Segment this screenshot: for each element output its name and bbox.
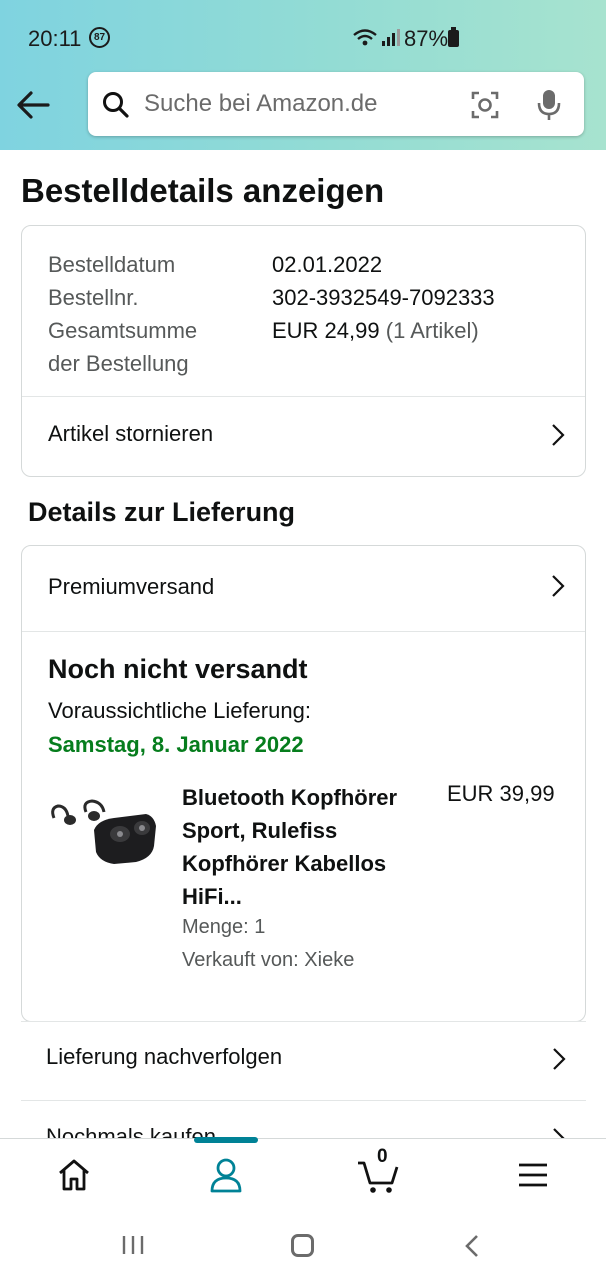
search-bar[interactable] <box>88 72 584 136</box>
status-bar: 20:11 87 87% <box>0 0 606 76</box>
chevron-right-icon <box>553 1048 566 1070</box>
notification-count-badge: 87 <box>89 27 110 48</box>
order-date-label: Bestelldatum <box>48 252 176 277</box>
cancel-items-row[interactable]: Artikel stornieren <box>22 397 585 475</box>
cancel-items-label: Artikel stornieren <box>48 421 214 446</box>
cart-icon <box>358 1161 399 1193</box>
order-item-count: (1 Artikel) <box>385 318 479 343</box>
search-icon <box>103 92 129 118</box>
page-content: Bestelldetails anzeigen Bestelldatum 02.… <box>0 150 606 1140</box>
expected-delivery-label: Voraussichtliche Lieferung: <box>48 698 311 723</box>
status-time: 20:11 <box>28 26 82 51</box>
chevron-right-icon <box>552 575 565 597</box>
product-image[interactable] <box>48 796 158 866</box>
delivery-card: Premiumversand Noch nicht versandt Vorau… <box>21 545 586 1022</box>
order-number-label: Bestellnr. <box>48 285 139 310</box>
back-nav-icon[interactable] <box>464 1234 480 1258</box>
order-total: EUR 24,99 (1 Artikel) <box>272 314 572 347</box>
account-icon[interactable] <box>206 1155 246 1195</box>
menu-icon[interactable] <box>513 1155 553 1195</box>
battery-icon <box>448 27 459 47</box>
home-nav-icon[interactable] <box>291 1234 314 1257</box>
camera-scan-icon[interactable] <box>470 90 500 120</box>
divider <box>22 631 585 632</box>
cart-button[interactable]: 0 <box>356 1146 402 1195</box>
app-header: 20:11 87 87% <box>0 0 606 150</box>
shipping-method-label: Premiumversand <box>48 574 215 599</box>
recent-apps-icon[interactable] <box>121 1235 145 1255</box>
expected-delivery-date: Samstag, 8. Januar 2022 <box>48 732 304 757</box>
shipment-status: Noch nicht versandt <box>48 654 308 684</box>
microphone-icon[interactable] <box>536 88 562 122</box>
delivery-section-title: Details zur Lieferung <box>28 497 296 527</box>
order-total-label: Gesamtsumme der Bestellung <box>48 318 198 376</box>
buy-again-row[interactable]: Nochmals kaufen <box>21 1101 586 1140</box>
home-icon[interactable] <box>54 1155 94 1195</box>
page-title: Bestelldetails anzeigen <box>21 172 385 209</box>
wifi-signal-icon <box>353 29 400 46</box>
product-seller: Verkauft von: Xieke <box>182 949 355 971</box>
track-package-row[interactable]: Lieferung nachverfolgen <box>21 1021 586 1099</box>
active-tab-indicator <box>194 1137 258 1143</box>
shipping-method-row[interactable]: Premiumversand <box>22 546 585 624</box>
order-summary-card: Bestelldatum 02.01.2022 Bestellnr. 302-3… <box>21 225 586 477</box>
order-date-value: 02.01.2022 <box>272 252 383 277</box>
back-arrow-icon[interactable] <box>16 90 50 120</box>
product-price: EUR 39,99 <box>447 781 555 806</box>
order-total-value: EUR 24,99 <box>272 318 380 343</box>
product-title-link[interactable]: Bluetooth Kopfhörer Sport, Rulefiss Kopf… <box>182 781 432 913</box>
track-package-label: Lieferung nachverfolgen <box>46 1044 283 1069</box>
product-quantity: Menge: 1 <box>182 916 266 938</box>
battery-percent: 87% <box>404 26 449 51</box>
search-input[interactable] <box>144 86 444 122</box>
system-nav-bar <box>0 1210 606 1280</box>
bottom-nav-bar: 0 <box>0 1137 606 1210</box>
order-number-value: 302-3932549-7092333 <box>272 285 495 310</box>
chevron-right-icon <box>552 424 565 446</box>
